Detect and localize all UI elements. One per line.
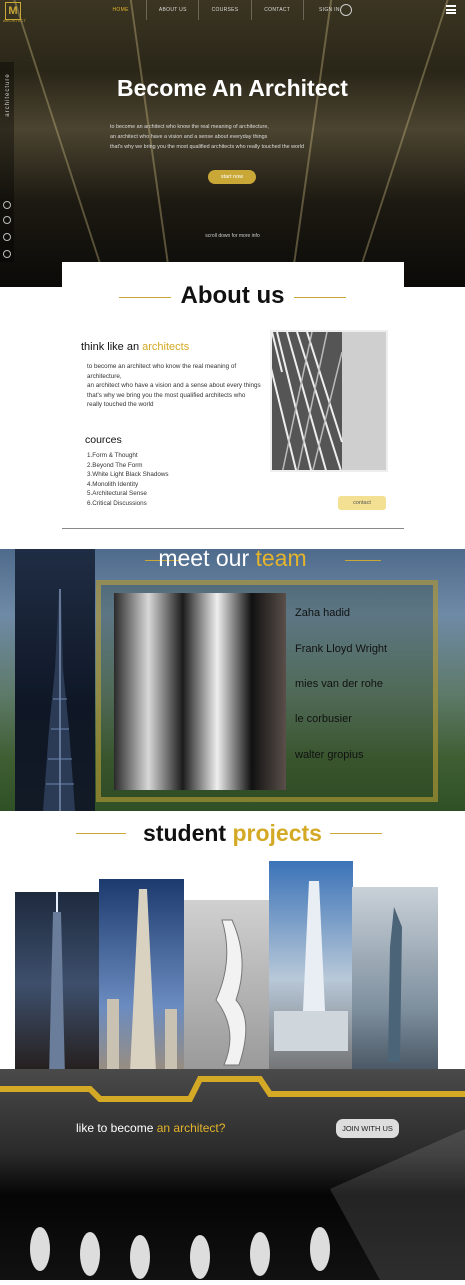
about-desc-line: that's why we bring you the most qualifi… bbox=[87, 391, 246, 409]
project-graphic bbox=[274, 881, 348, 1051]
architects-collage bbox=[114, 593, 286, 790]
hero-description: to become an architect who know the real… bbox=[110, 122, 370, 152]
team-member[interactable]: Frank Lloyd Wright bbox=[295, 643, 387, 655]
about-desc-line: to become an architect who know the real… bbox=[87, 363, 237, 380]
skyscraper-image bbox=[15, 549, 95, 811]
course-item[interactable]: 5.Architectural Sense bbox=[87, 489, 169, 499]
twitter-icon[interactable] bbox=[3, 216, 11, 224]
about-subtitle-text: think like an bbox=[81, 341, 143, 353]
team-member[interactable]: le corbusier bbox=[295, 713, 352, 725]
project-graphic bbox=[49, 892, 65, 1077]
project-graphic bbox=[107, 889, 177, 1092]
nav-about-us[interactable]: ABOUT US bbox=[146, 0, 198, 20]
course-item[interactable]: 1.Form & Thought bbox=[87, 451, 169, 461]
team-member[interactable]: walter gropius bbox=[295, 749, 363, 761]
project-card[interactable] bbox=[352, 887, 438, 1090]
course-item[interactable]: 6.Critical Discussions bbox=[87, 499, 169, 509]
start-now-button[interactable]: start now bbox=[208, 170, 256, 184]
hero-title: Become An Architect bbox=[117, 75, 348, 101]
project-graphic bbox=[215, 919, 247, 1066]
about-building-photo bbox=[270, 330, 388, 472]
tower-graphic bbox=[43, 589, 75, 811]
contact-button[interactable]: contact bbox=[338, 496, 386, 510]
courses-title: cources bbox=[85, 434, 122, 446]
course-item[interactable]: 4.Monolith Identity bbox=[87, 480, 169, 490]
cta-text: like to become an architect? bbox=[76, 1121, 225, 1135]
team-title-text: meet our bbox=[158, 545, 256, 571]
pinterest-icon[interactable] bbox=[3, 201, 11, 209]
hero-desc-line: to become an architect who know the real… bbox=[110, 124, 269, 130]
about-title: About us bbox=[180, 282, 285, 309]
facade-graphic bbox=[272, 332, 386, 470]
hero-bg-line bbox=[13, 0, 109, 287]
about-desc-line: an architect who have a vision and a sen… bbox=[87, 382, 261, 390]
about-subtitle: think like an architects bbox=[81, 341, 189, 353]
projects-title-highlight: projects bbox=[232, 820, 322, 846]
cta-background-graphic bbox=[0, 1076, 465, 1280]
team-member[interactable]: Zaha hadid bbox=[295, 607, 350, 619]
search-icon[interactable] bbox=[340, 4, 352, 16]
about-subtitle-highlight: architects bbox=[142, 341, 190, 353]
courses-list: 1.Form & Thought 2.Beyond The Form 3.Whi… bbox=[87, 451, 169, 509]
hero-desc-line: an architect who have a vision and a sen… bbox=[110, 134, 268, 140]
cta-text-main: like to become bbox=[76, 1121, 157, 1135]
team-title-highlight: team bbox=[255, 545, 307, 571]
linkedin-icon[interactable] bbox=[3, 250, 11, 258]
projects-title-text: student bbox=[143, 820, 233, 846]
project-card[interactable] bbox=[184, 900, 270, 1070]
scroll-hint: scroll down for more info bbox=[205, 233, 260, 239]
hamburger-menu-icon[interactable] bbox=[446, 5, 456, 14]
project-card[interactable] bbox=[269, 861, 353, 1076]
course-item[interactable]: 2.Beyond The Form bbox=[87, 461, 169, 471]
course-item[interactable]: 3.White Light Black Shadows bbox=[87, 470, 169, 480]
section-divider bbox=[62, 528, 404, 529]
about-description: to become an architect who know the real… bbox=[87, 362, 262, 410]
team-member[interactable]: mies van der rohe bbox=[295, 678, 383, 690]
project-card[interactable] bbox=[99, 879, 184, 1092]
logo-subtitle: ARCHITECT bbox=[3, 18, 26, 23]
nav-contact[interactable]: CONTACT bbox=[250, 0, 303, 20]
cta-text-highlight: an architect? bbox=[156, 1121, 226, 1135]
project-card[interactable] bbox=[15, 892, 100, 1077]
nav-courses[interactable]: COURSES bbox=[198, 0, 250, 20]
top-nav: HOME ABOUT US COURSES CONTACT SIGN IN bbox=[95, 0, 355, 20]
project-graphic bbox=[388, 907, 402, 1062]
hero-desc-line: that's why we bring you the most qualifi… bbox=[110, 144, 304, 150]
projects-title: student projects bbox=[0, 820, 465, 847]
cta-section bbox=[0, 1069, 465, 1280]
join-with-us-button[interactable]: JOIN WITH US bbox=[336, 1119, 399, 1138]
team-title: meet our team bbox=[0, 545, 465, 572]
nav-home[interactable]: HOME bbox=[95, 0, 146, 20]
